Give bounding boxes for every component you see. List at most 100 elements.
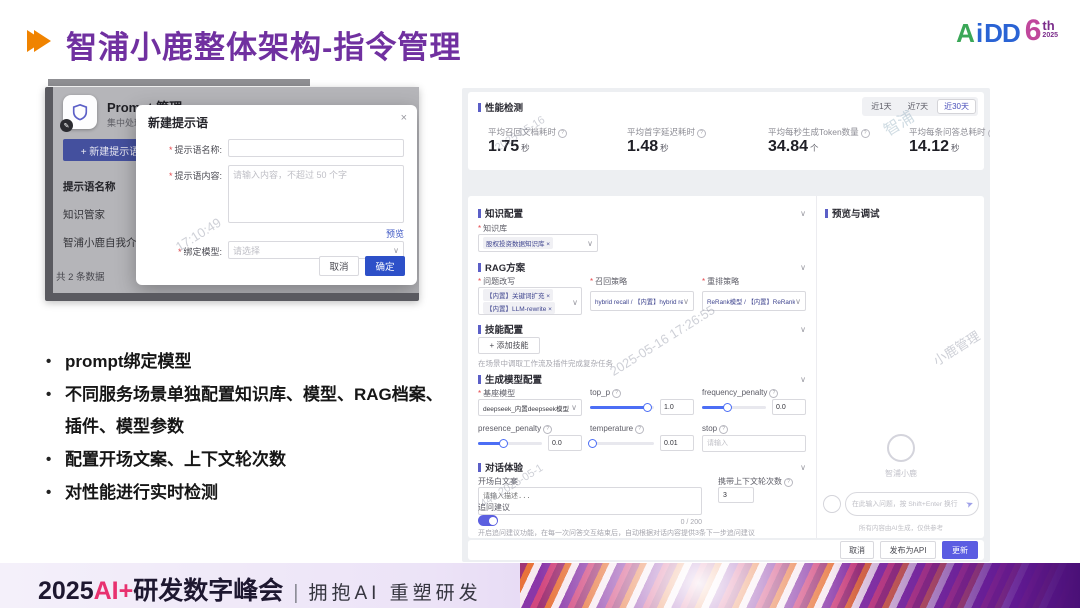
logo-letters-dd: DD	[984, 18, 1020, 49]
modal-name-label: *提示语名称:	[140, 143, 222, 156]
bullet-item: 不同服务场景单独配置知识库、模型、RAG档案、插件、模型参数	[38, 379, 450, 443]
context-rounds-input[interactable]	[718, 487, 754, 503]
opening-label: 开场白文案	[478, 476, 518, 487]
prompt-total-count: 共 2 条数据	[56, 269, 105, 283]
bullet-item: 配置开场文案、上下文轮次数	[38, 444, 450, 476]
prompt-app-icon: ✎	[63, 95, 97, 129]
prompt-row-2[interactable]: 智浦小鹿自我介绍	[63, 235, 147, 250]
close-icon[interactable]: ×	[401, 112, 407, 124]
base-model-select[interactable]: deepseek_内置deepseek模型∨	[478, 399, 582, 416]
chat-input[interactable]: ➤	[845, 492, 979, 516]
preview-brand: 智浦小鹿	[817, 434, 985, 479]
brand-logo-icon	[887, 434, 915, 462]
pencil-badge-icon: ✎	[60, 119, 73, 132]
skills-hint: 在场景中调取工作流及插件完成复杂任务	[478, 358, 613, 369]
shield-icon	[71, 103, 89, 121]
new-session-icon[interactable]	[823, 495, 841, 513]
stop-label: stop	[702, 424, 728, 434]
followup-label: 追问建议	[478, 502, 510, 513]
top-p-control[interactable]: 1.0	[590, 399, 694, 416]
rewrite-select[interactable]: 【内置】关键词扩充 × 【内置】LLM-rewrite × ∨	[478, 287, 582, 315]
page-title: 智浦小鹿整体架构-指令管理	[66, 22, 461, 67]
prompt-name-input[interactable]	[228, 139, 404, 157]
performance-panel: 性能检测 近1天 近7天 近30天 平均召回文档耗时 1.75秒 平均首字延迟耗…	[468, 92, 984, 170]
chevron-down-icon: ∨	[800, 209, 806, 218]
opening-textarea[interactable]	[478, 487, 702, 515]
help-icon	[861, 129, 870, 138]
preview-panel: 预览与调试 智浦小鹿 ➤ 所有内容由AI生成，仅供参考	[816, 196, 984, 538]
metric-first-token-latency: 平均首字延迟耗时 1.48秒	[627, 126, 706, 156]
presence-penalty-control[interactable]: 0.0	[478, 435, 582, 452]
logo-letter-a: A	[956, 18, 975, 49]
help-icon	[988, 129, 990, 138]
presence-penalty-label: presence_penalty	[478, 424, 552, 434]
config-panel: 知识配置∨ *知识库 股权投资数据知识库 ×∨ RAG方案∨ *问题改写 【内置…	[468, 196, 984, 538]
preview-title: 预览与调试	[825, 206, 880, 220]
new-prompt-modal: 新建提示语 × *提示语名称: *提示语内容: 预览 *绑定模型: 请选择 ∨ …	[136, 105, 417, 285]
chat-input-row: ➤	[823, 492, 979, 516]
help-icon	[784, 478, 793, 487]
scene-config-screenshot: 性能检测 近1天 近7天 近30天 平均召回文档耗时 1.75秒 平均首字延迟耗…	[462, 88, 990, 562]
prompt-table-header: 提示语名称	[63, 179, 116, 194]
char-counter: 0 / 200	[618, 519, 702, 526]
time-range-tabs: 近1天 近7天 近30天	[862, 97, 978, 116]
config-column: 知识配置∨ *知识库 股权投资数据知识库 ×∨ RAG方案∨ *问题改写 【内置…	[468, 196, 816, 538]
frequency-penalty-control[interactable]: 0.0	[702, 399, 806, 416]
prompt-management-screenshot: ✎ Prompt 管理 集中处理、优化问答 + 新建提示语 提示语名称 知识管家…	[45, 87, 419, 301]
aidd-logo: AiDD 6 th 2025	[956, 18, 1058, 49]
bullet-item: prompt绑定模型	[38, 346, 450, 378]
send-icon[interactable]: ➤	[965, 498, 976, 511]
bullet-list: prompt绑定模型 不同服务场景单独配置知识库、模型、RAG档案、插件、模型参…	[38, 346, 450, 510]
update-button[interactable]: 更新	[942, 541, 978, 559]
bullet-item: 对性能进行实时检测	[38, 477, 450, 509]
footer-slogan: 拥抱AI 重塑研发	[308, 578, 481, 605]
recall-select[interactable]: hybrid recall / 【内置】hybrid recall∨	[590, 291, 694, 311]
action-bar: 取消 发布为API 更新	[468, 540, 984, 560]
chevron-down-icon: ∨	[800, 463, 806, 472]
metric-total-answer-time: 平均每条问答总耗时 14.12秒	[909, 126, 990, 156]
temperature-control[interactable]: 0.01	[590, 435, 694, 452]
modal-title: 新建提示语	[148, 114, 208, 131]
prompt-content-textarea[interactable]	[228, 165, 404, 223]
base-model-label: *基座模型	[478, 388, 515, 399]
modal-cancel-button[interactable]: 取消	[319, 256, 359, 276]
tab-1day[interactable]: 近1天	[864, 99, 898, 114]
cancel-button[interactable]: 取消	[840, 541, 874, 559]
modal-content-label: *提示语内容:	[140, 169, 222, 182]
followup-hint: 开启追问建议功能，在每一次问答交互结束后，自动根据对话内容提供3条下一步追问建议	[478, 528, 806, 538]
title-arrow-icon	[27, 30, 51, 52]
publish-api-button[interactable]: 发布为API	[880, 541, 936, 559]
tab-30day[interactable]: 近30天	[937, 99, 976, 114]
logo-letter-i: i	[976, 18, 983, 49]
help-icon	[558, 129, 567, 138]
stop-input[interactable]	[702, 435, 806, 452]
top-p-label: top_p	[590, 388, 621, 398]
footer-brand: 2025AI+研发数字峰会 | 拥抱AI 重塑研发	[38, 571, 482, 607]
tab-7day[interactable]: 近7天	[901, 99, 935, 114]
frequency-penalty-label: frequency_penalty	[702, 388, 778, 398]
prompt-row-1[interactable]: 知识管家	[63, 207, 105, 222]
crystal-decoration	[520, 563, 1080, 608]
help-icon	[635, 425, 644, 434]
model-section-header[interactable]: 生成模型配置∨	[478, 372, 806, 386]
knowledge-base-select[interactable]: 股权投资数据知识库 ×∨	[478, 234, 598, 252]
modal-model-label: *绑定模型:	[140, 245, 222, 258]
help-icon	[543, 425, 552, 434]
chevron-down-icon: ∨	[800, 375, 806, 384]
preview-link[interactable]: 预览	[386, 227, 404, 240]
add-skill-button[interactable]: + 添加技能	[478, 337, 540, 354]
skills-section-header[interactable]: 技能配置∨	[478, 322, 806, 336]
logo-six: 6	[1025, 18, 1042, 44]
help-icon	[769, 389, 778, 398]
dialog-section-header[interactable]: 对话体验∨	[478, 460, 806, 474]
help-icon	[612, 389, 621, 398]
modal-ok-button[interactable]: 确定	[365, 256, 405, 276]
followup-toggle[interactable]	[478, 515, 498, 526]
rerank-select[interactable]: ReRank模型 / 【内置】ReRank模型∨	[702, 291, 806, 311]
logo-th: th	[1042, 20, 1058, 32]
rag-section-header[interactable]: RAG方案∨	[478, 260, 806, 274]
metric-recall-time: 平均召回文档耗时 1.75秒	[488, 126, 567, 156]
knowledge-section-header[interactable]: 知识配置∨	[478, 206, 806, 220]
rerank-label: *重排策略	[702, 276, 739, 287]
ai-disclaimer: 所有内容由AI生成，仅供参考	[817, 522, 985, 532]
